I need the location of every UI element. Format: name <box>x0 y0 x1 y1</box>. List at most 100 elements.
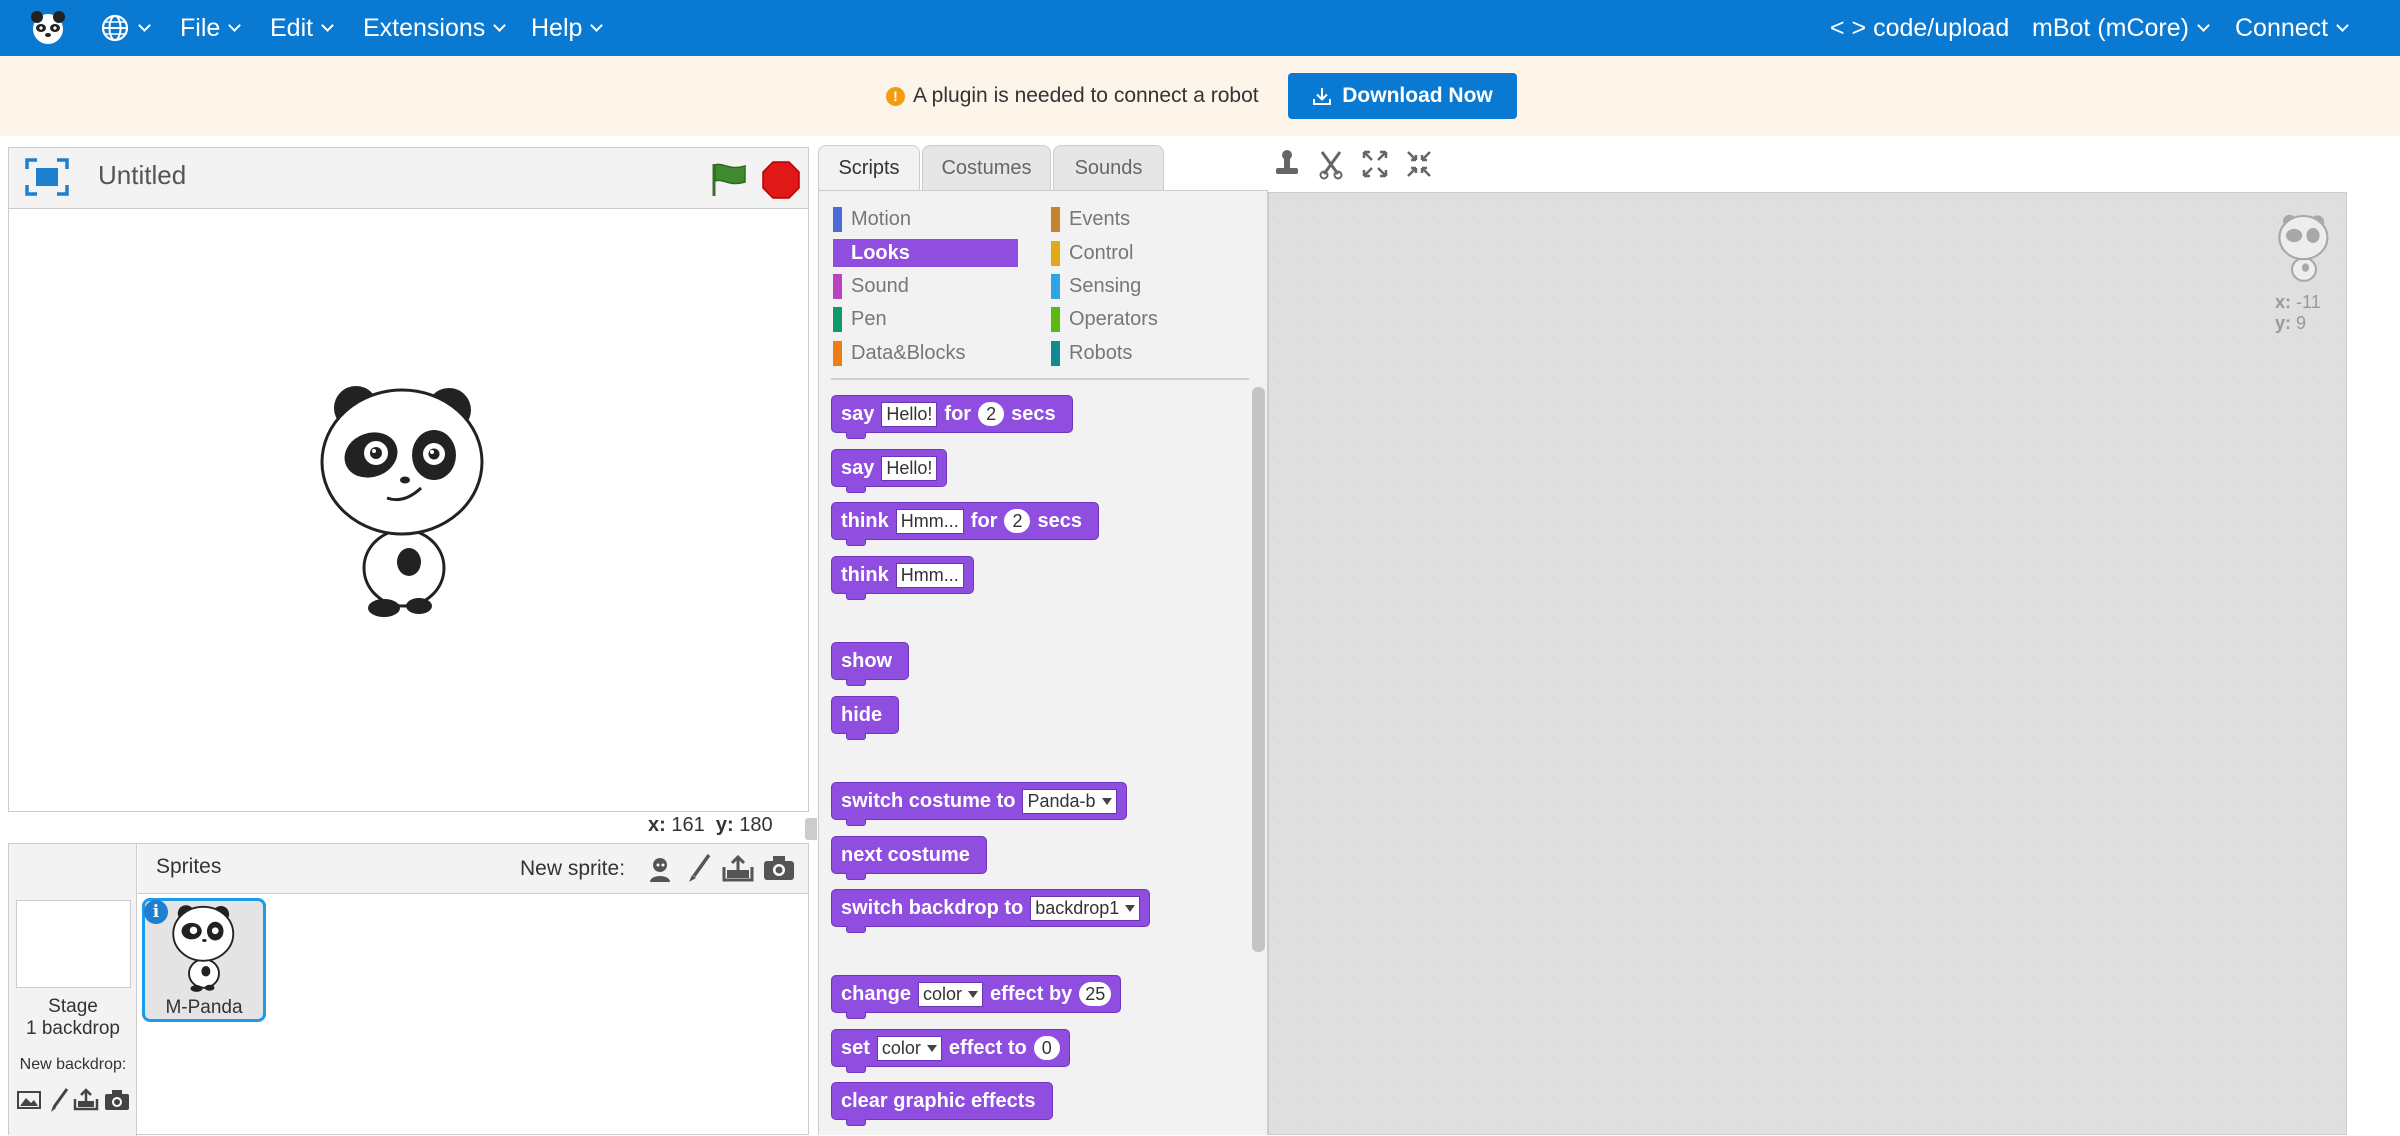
stage-thumbnail[interactable] <box>16 900 131 988</box>
block-word: set <box>841 1036 870 1059</box>
camera-icon[interactable] <box>762 854 796 882</box>
category-color-swatch <box>1051 306 1060 332</box>
upload-icon[interactable] <box>72 1087 100 1111</box>
palette-scrollbar[interactable] <box>1252 387 1265 952</box>
duplicate-stamp-icon[interactable] <box>1272 148 1302 180</box>
sprite-library-icon[interactable] <box>645 854 675 884</box>
connect-menu[interactable]: Connect <box>2235 0 2349 56</box>
info-icon[interactable]: i <box>144 900 168 924</box>
tab-costumes[interactable]: Costumes <box>922 145 1051 190</box>
block-text-input[interactable]: Hello! <box>881 455 938 481</box>
category-label: Robots <box>1069 341 1133 364</box>
sprite-tile[interactable]: i M-Panda <box>142 898 266 1022</box>
say-block[interactable]: say Hello! <box>831 449 948 493</box>
block-number-input[interactable]: 2 <box>978 402 1005 426</box>
block-number-input[interactable]: 0 <box>1033 1036 1060 1060</box>
backdrop-count: 1 backdrop <box>25 1018 120 1039</box>
dropdown-arrow-icon <box>968 990 979 998</box>
file-menu[interactable]: File <box>180 0 242 56</box>
clear-graphic-effects-block[interactable]: clear graphic effects <box>831 1082 1053 1126</box>
shrink-icon[interactable] <box>1404 148 1434 180</box>
category-color-swatch <box>833 340 842 366</box>
green-flag-button[interactable] <box>709 162 749 203</box>
block-word: think <box>841 509 889 532</box>
think-block[interactable]: think Hmm... <box>831 556 974 600</box>
set-effect-block[interactable]: set color effect to 0 <box>831 1029 1070 1073</box>
camera-icon[interactable] <box>103 1088 131 1112</box>
code-upload-button[interactable]: < > code/upload <box>1830 0 2009 56</box>
fullscreen-button[interactable] <box>25 158 69 201</box>
category-operators[interactable]: Operators <box>1051 305 1231 333</box>
block-number-input[interactable]: 25 <box>1079 982 1112 1006</box>
change-effect-block[interactable]: change color effect by 25 <box>831 975 1122 1019</box>
costume-dropdown[interactable]: Panda-b <box>1022 788 1117 814</box>
category-label: Motion <box>851 207 912 230</box>
category-color-swatch <box>1051 273 1060 299</box>
category-robots[interactable]: Robots <box>1051 339 1231 367</box>
stage-panel: Untitled <box>8 147 809 812</box>
hide-block[interactable]: hide <box>831 696 900 740</box>
y-label: y: <box>715 814 734 836</box>
category-events[interactable]: Events <box>1051 205 1231 233</box>
chevron-down-icon <box>138 18 151 32</box>
stop-button[interactable] <box>762 161 800 204</box>
block-number-input[interactable]: 2 <box>1004 509 1031 533</box>
show-block[interactable]: show <box>831 642 910 686</box>
extensions-menu[interactable]: Extensions <box>363 0 507 56</box>
app-logo[interactable] <box>28 0 68 56</box>
sprite-x-value: -11 <box>2296 292 2321 312</box>
sprite-y-value: 9 <box>2296 313 2307 333</box>
x-value: 161 <box>671 814 705 836</box>
block-word: secs <box>1037 509 1082 532</box>
chevron-down-icon <box>321 18 334 32</box>
tab-scripts[interactable]: Scripts <box>818 145 920 191</box>
stage-column: Stage 1 backdrop New backdrop: <box>9 844 137 1136</box>
category-sound[interactable]: Sound <box>833 272 1013 300</box>
say-for-secs-block[interactable]: say Hello! for 2 secs <box>831 395 1073 439</box>
block-connector <box>846 733 866 740</box>
switch-backdrop-block[interactable]: switch backdrop to backdrop1 <box>831 889 1151 933</box>
block-text-input[interactable]: Hmm... <box>895 508 964 534</box>
category-control[interactable]: Control <box>1051 239 1231 267</box>
scissors-delete-icon[interactable] <box>1316 148 1346 180</box>
next-costume-block[interactable]: next costume <box>831 836 987 880</box>
think-for-secs-block[interactable]: think Hmm... for 2 secs <box>831 502 1099 546</box>
stage-canvas[interactable] <box>9 210 808 810</box>
paint-brush-icon[interactable] <box>686 853 712 883</box>
effect-dropdown[interactable]: color <box>876 1035 942 1061</box>
sprites-panel: Stage 1 backdrop New backdrop: Sprites N… <box>8 843 809 1136</box>
presentation-mode-icon <box>25 158 69 196</box>
help-menu[interactable]: Help <box>531 0 604 56</box>
category-color-swatch <box>833 306 842 332</box>
stage-collapse-handle[interactable] <box>805 818 817 840</box>
panda-sprite[interactable] <box>309 380 499 620</box>
device-menu[interactable]: mBot (mCore) <box>2032 0 2210 56</box>
download-now-button[interactable]: Download Now <box>1288 73 1517 119</box>
category-sensing[interactable]: Sensing <box>1051 272 1231 300</box>
block-text-input[interactable]: Hmm... <box>895 562 964 588</box>
switch-costume-block[interactable]: switch costume to Panda-b <box>831 782 1127 826</box>
category-pen[interactable]: Pen <box>833 305 1013 333</box>
block-word: show <box>841 649 893 672</box>
plugin-message: ! A plugin is needed to connect a robot <box>886 56 1259 136</box>
block-text-input[interactable]: Hello! <box>881 401 938 427</box>
block-connector <box>846 819 866 826</box>
upload-icon[interactable] <box>721 854 755 882</box>
scripts-area[interactable] <box>1268 192 2347 1135</box>
backdrop-dropdown[interactable]: backdrop1 <box>1030 895 1141 921</box>
category-looks[interactable]: Looks <box>833 239 1018 267</box>
language-menu[interactable] <box>100 0 151 56</box>
category-color-swatch <box>1051 206 1060 232</box>
category-color-swatch <box>833 206 842 232</box>
block-connector <box>846 926 866 933</box>
project-title[interactable]: Untitled <box>98 160 186 191</box>
backdrop-library-icon[interactable] <box>16 1089 42 1111</box>
category-data-blocks[interactable]: Data&Blocks <box>833 339 1013 367</box>
edit-menu[interactable]: Edit <box>270 0 334 56</box>
paint-brush-icon[interactable] <box>48 1087 70 1113</box>
effect-dropdown[interactable]: color <box>918 981 984 1007</box>
tab-sounds[interactable]: Sounds <box>1053 145 1164 190</box>
grow-icon[interactable] <box>1360 148 1390 180</box>
category-motion[interactable]: Motion <box>833 205 1013 233</box>
block-word: effect by <box>990 982 1073 1005</box>
